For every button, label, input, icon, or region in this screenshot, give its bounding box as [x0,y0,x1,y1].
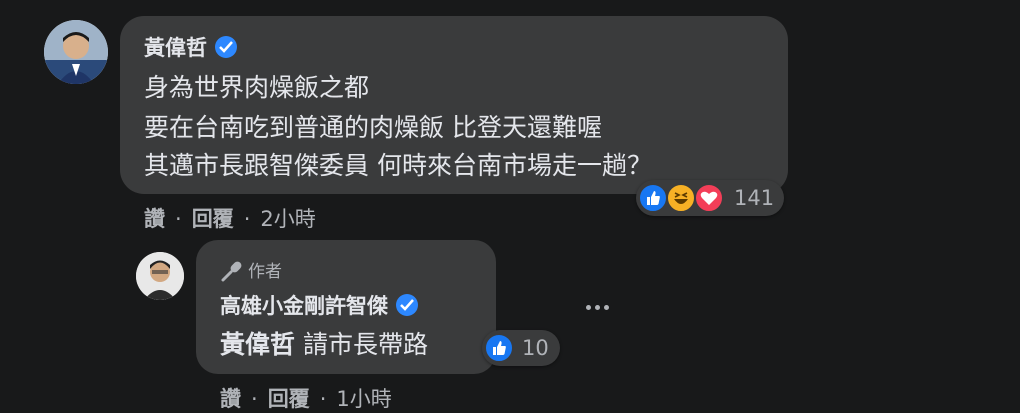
like-icon [484,333,514,363]
mention-link[interactable]: 黃偉哲 [220,330,295,359]
comment-actions: 讚 · 回覆 · 2小時 [144,203,316,233]
comment-like-button[interactable]: 讚 [144,207,165,231]
separator-dot: · [243,207,251,231]
comment-text-line-2: 要在台南吃到普通的肉燥飯 比登天還難喔 [144,113,602,142]
reply-author-name[interactable]: 高雄小金剛許智傑 [220,294,388,318]
comment-reply-button[interactable]: 回覆 [192,207,234,231]
reply-reactions[interactable]: 10 [482,330,560,366]
comment-text-line-1: 身為世界肉燥飯之都 [144,73,370,102]
reply-reaction-count: 10 [522,336,549,360]
reply-reply-button[interactable]: 回覆 [268,387,310,411]
author-badge: 作者 [220,257,282,283]
more-options-icon[interactable] [584,292,614,322]
like-icon [638,183,668,213]
love-icon [694,183,724,213]
reply-message: 請市長帶路 [302,330,428,359]
microphone-icon [221,261,242,282]
reply-timestamp[interactable]: 1小時 [336,387,391,411]
comment-reactions[interactable]: 141 [636,180,784,216]
comment-author[interactable]: 黃偉哲 [144,32,237,62]
commenter-avatar[interactable] [44,20,108,84]
separator-dot: · [175,207,182,231]
reply-author[interactable]: 高雄小金剛許智傑 [220,290,418,320]
reply-like-button[interactable]: 讚 [220,387,241,411]
comment-author-name[interactable]: 黃偉哲 [144,36,207,60]
verified-badge-icon [396,294,418,316]
separator-dot: · [319,387,327,411]
comment-reaction-count: 141 [734,186,775,210]
reply-actions: 讚 · 回覆 · 1小時 [220,383,392,413]
comment-timestamp[interactable]: 2小時 [260,207,315,231]
reply-text: 黃偉哲 請市長帶路 [220,325,428,361]
verified-badge-icon [215,36,237,58]
reply-author-avatar[interactable] [136,252,184,300]
separator-dot: · [251,387,258,411]
haha-icon [666,183,696,213]
author-badge-label: 作者 [248,262,282,282]
comment-text-line-3: 其邁市長跟智傑委員 何時來台南市場走一趟？ [144,151,652,180]
